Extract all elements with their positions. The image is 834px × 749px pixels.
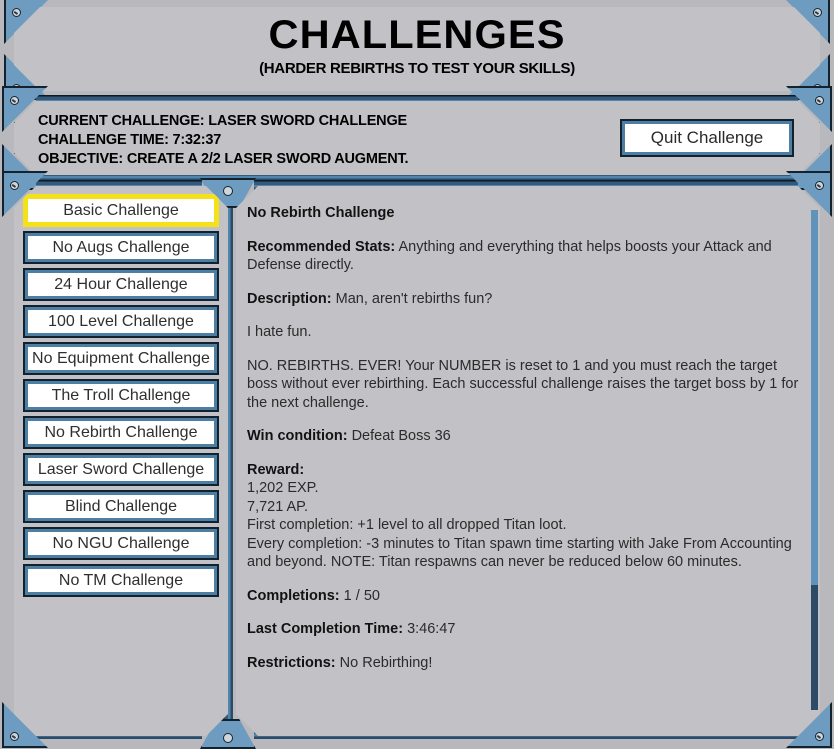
challenge-info-panel: CURRENT CHALLENGE: LASER SWORD CHALLENGE… <box>14 101 820 175</box>
challenge-button-5[interactable]: The Troll Challenge <box>23 379 219 412</box>
detail-title: No Rebirth Challenge <box>247 205 395 221</box>
win-condition-label: Win condition: <box>247 428 348 444</box>
screw-icon <box>815 732 824 741</box>
description-label: Description: <box>247 290 332 307</box>
screw-icon <box>10 181 19 190</box>
challenge-button-0[interactable]: Basic Challenge <box>23 194 219 227</box>
description-line2: I hate fun. <box>247 324 312 340</box>
page-subtitle: (HARDER REBIRTHS TO TEST YOUR SKILLS) <box>259 60 575 77</box>
current-challenge-line: CURRENT CHALLENGE: LASER SWORD CHALLENGE <box>38 113 407 129</box>
quit-challenge-button[interactable]: Quit Challenge <box>620 119 794 157</box>
win-condition-value: Defeat Boss 36 <box>351 428 451 444</box>
completions-label: Completions: <box>247 587 340 604</box>
completions-value: 1 / 50 <box>343 587 380 604</box>
challenge-button-10[interactable]: No TM Challenge <box>23 564 219 597</box>
screw-icon <box>10 732 19 741</box>
challenge-detail-panel: No Rebirth Challenge Recommended Stats: … <box>236 186 820 736</box>
challenge-button-8[interactable]: Blind Challenge <box>23 490 219 523</box>
last-completion-time: Last Completion Time: 3:46:47 <box>247 620 803 639</box>
description-line3: NO. REBIRTHS. EVER! Your NUMBER is reset… <box>247 357 799 411</box>
last-completion-value: 3:46:47 <box>407 621 456 637</box>
page-title: CHALLENGES <box>268 13 566 57</box>
header-panel: CHALLENGES (HARDER REBIRTHS TO TEST YOUR… <box>14 7 820 91</box>
challenge-info-text: CURRENT CHALLENGE: LASER SWORD CHALLENGE… <box>38 112 408 169</box>
challenge-time-line: CHALLENGE TIME: 7:32:37 <box>38 132 222 148</box>
recommended-stats-label: Recommended Stats: <box>247 238 396 255</box>
challenge-button-1[interactable]: No Augs Challenge <box>23 231 219 264</box>
screw-icon <box>223 186 233 196</box>
restrictions-label: Restrictions: <box>247 654 336 671</box>
screw-icon <box>223 733 233 743</box>
description: Description: Man, aren't rebirths fun? <box>247 290 803 309</box>
reward-label: Reward: <box>247 461 305 478</box>
completions: Completions: 1 / 50 <box>247 587 803 606</box>
objective-line: OBJECTIVE: CREATE A 2/2 LASER SWORD AUGM… <box>38 151 409 167</box>
challenge-detail-body: No Rebirth Challenge Recommended Stats: … <box>247 204 803 672</box>
last-completion-label: Last Completion Time: <box>247 621 404 637</box>
reward-line-0: 1,202 EXP. <box>247 480 319 496</box>
challenge-list-sidebar: Basic Challenge No Augs Challenge 24 Hour … <box>14 186 228 736</box>
win-condition: Win condition: Defeat Boss 36 <box>247 427 803 446</box>
reward-line-1: 7,721 AP. <box>247 498 309 515</box>
reward-line-2: First completion: +1 level to all droppe… <box>247 517 567 533</box>
challenge-button-2[interactable]: 24 Hour Challenge <box>23 268 219 301</box>
screw-icon <box>815 181 824 190</box>
challenge-button-3[interactable]: 100 Level Challenge <box>23 305 219 338</box>
reward-block: Reward: 1,202 EXP. 7,721 AP. First complet… <box>247 461 803 572</box>
challenge-button-6[interactable]: No Rebirth Challenge <box>23 416 219 449</box>
content-scrollbar-thumb[interactable] <box>811 210 818 585</box>
screw-icon <box>10 96 19 105</box>
content-scrollbar[interactable] <box>811 210 818 710</box>
description-value: Man, aren't rebirths fun? <box>335 290 493 307</box>
restrictions-value: No Rebirthing! <box>339 654 433 671</box>
reward-lines: 1,202 EXP. 7,721 AP. First completion: +1 … <box>247 480 792 570</box>
reward-line-3: Every completion: -3 minutes to Titan sp… <box>247 535 792 570</box>
screw-icon <box>813 8 822 17</box>
screw-icon <box>12 8 21 17</box>
challenge-button-7[interactable]: Laser Sword Challenge <box>23 453 219 486</box>
challenge-button-9[interactable]: No NGU Challenge <box>23 527 219 560</box>
recommended-stats: Recommended Stats: Anything and everythi… <box>247 238 803 275</box>
challenge-button-4[interactable]: No Equipment Challenge <box>23 342 219 375</box>
restrictions: Restrictions: No Rebirthing! <box>247 654 803 673</box>
screw-icon <box>815 96 824 105</box>
